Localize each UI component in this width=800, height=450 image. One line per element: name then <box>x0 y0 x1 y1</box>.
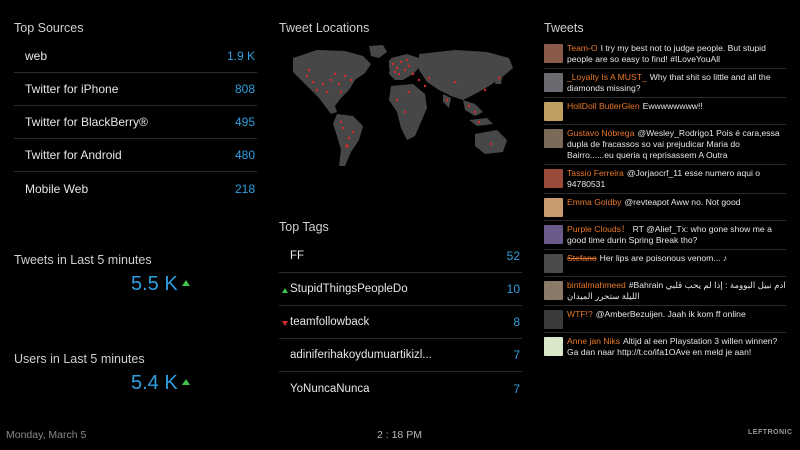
top-sources-list: web 1.9 K Twitter for iPhone 808 Twitter… <box>14 40 257 205</box>
tweets-metric: 5.5 K <box>131 273 190 296</box>
source-label: Twitter for BlackBerry® <box>25 115 148 129</box>
tag-count: 8 <box>513 315 520 329</box>
tag-row[interactable]: FF 52 <box>279 240 522 273</box>
trend-up-icon <box>282 288 288 293</box>
source-label: Twitter for iPhone <box>25 82 119 96</box>
tweet-username[interactable]: HollDoll ButlerGlen <box>567 101 640 111</box>
users-metric-value: 5.4 K <box>131 372 178 394</box>
tweet-text: Purple Clouds！ RT @Alief_Tx: who gone sho… <box>567 224 786 246</box>
source-label: web <box>25 49 48 63</box>
tag-row[interactable]: teamfollowback 8 <box>279 306 522 339</box>
tweet-item[interactable]: WTF!? @AmberBezuijen. Jaah ik kom ff onli… <box>544 306 786 333</box>
tweet-text: Stefano Her lips are poisonous venom... ♪ <box>567 253 727 273</box>
tweet-item[interactable]: Purple Clouds！ RT @Alief_Tx: who gone sho… <box>544 221 786 250</box>
top-sources-title: Top Sources <box>14 21 84 35</box>
footer-date: Monday, March 5 <box>6 429 87 441</box>
users-metric-title: Users in Last 5 minutes <box>14 352 145 366</box>
avatar[interactable] <box>544 44 563 63</box>
tweet-text: WTF!? @AmberBezuijen. Jaah ik kom ff onli… <box>567 309 746 329</box>
world-map <box>293 45 513 166</box>
source-count: 1.9 K <box>226 49 255 63</box>
footer-time: 2 : 18 PM <box>377 429 422 441</box>
avatar[interactable] <box>544 281 563 300</box>
source-count: 808 <box>234 82 255 96</box>
tweet-item[interactable]: Team-O I try my best not to judge people.… <box>544 40 786 69</box>
tweet-text: Emma Goldby @revteapot Aww no. Not good <box>567 197 741 217</box>
tag-row[interactable]: StupidThingsPeopleDo 10 <box>279 273 522 306</box>
tag-count: 7 <box>513 381 520 396</box>
tweet-username[interactable]: Tassio Ferreira <box>567 168 624 178</box>
tweet-text: _Loyalty Is A MUST_ Why that shit so litt… <box>567 72 786 94</box>
tweet-username[interactable]: Team-O <box>567 43 598 53</box>
tweet-item[interactable]: bintalmahmeed #Bahrain ادم نبيل البوومة :… <box>544 277 786 306</box>
avatar[interactable] <box>544 337 563 356</box>
tag-label: StupidThingsPeopleDo <box>290 283 408 295</box>
tweet-body: @AmberBezuijen. Jaah ik kom ff online <box>595 309 746 319</box>
trend-up-icon <box>181 279 190 286</box>
source-row[interactable]: Twitter for Android 480 <box>14 139 257 172</box>
tweet-username[interactable]: Purple Clouds！ <box>567 224 630 234</box>
tweet-locations-title: Tweet Locations <box>279 21 370 35</box>
tweet-body: Her lips are poisonous venom... ♪ <box>599 253 728 263</box>
source-label: Mobile Web <box>25 181 89 196</box>
source-count: 480 <box>234 148 255 162</box>
tweet-text: Anne jan Niks Altijd al een Playstation 3… <box>567 336 786 358</box>
tweet-body: @revteapot Aww no. Not good <box>624 197 741 207</box>
tweet-username[interactable]: Gustavo Nóbrega <box>567 128 634 138</box>
tweet-username[interactable]: bintalmahmeed <box>567 280 626 290</box>
tweet-text: HollDoll ButlerGlen Ewwwwwwww!! <box>567 101 703 121</box>
users-metric: 5.4 K <box>131 372 190 395</box>
tweet-text: Tassio Ferreira @Jorjaocrf_11 esse numero… <box>567 168 786 190</box>
tweet-list: Team-O I try my best not to judge people.… <box>544 40 786 361</box>
tweet-item[interactable]: Stefano Her lips are poisonous venom... ♪ <box>544 250 786 277</box>
tweet-item[interactable]: Anne jan Niks Altijd al een Playstation 3… <box>544 333 786 361</box>
avatar[interactable] <box>544 169 563 188</box>
tweet-item[interactable]: Emma Goldby @revteapot Aww no. Not good <box>544 194 786 221</box>
trend-up-icon <box>181 378 190 385</box>
tweet-username[interactable]: Anne jan Niks <box>567 336 620 346</box>
tweet-body: Ewwwwwwww!! <box>642 101 703 111</box>
source-row[interactable]: Twitter for iPhone 808 <box>14 73 257 106</box>
tag-count: 7 <box>513 348 520 362</box>
avatar[interactable] <box>544 225 563 244</box>
tweet-text: bintalmahmeed #Bahrain ادم نبيل البوومة :… <box>567 280 786 302</box>
avatar[interactable] <box>544 129 563 148</box>
source-row[interactable]: Mobile Web 218 <box>14 172 257 205</box>
source-count: 495 <box>234 115 255 129</box>
top-tags-title: Top Tags <box>279 220 329 234</box>
tag-row[interactable]: YoNuncaNunca 7 <box>279 372 522 405</box>
trend-down-icon <box>282 321 288 326</box>
tweet-username[interactable]: WTF!? <box>567 309 593 319</box>
tag-count: 10 <box>506 282 520 296</box>
tweet-text: Gustavo Nóbrega @Wesley_Rodrigo1 Pois é c… <box>567 128 786 161</box>
tag-label: teamfollowback <box>290 316 370 328</box>
tag-label: FF <box>290 250 305 262</box>
tag-count: 52 <box>506 249 520 263</box>
tag-label: adiniferihakoydumuartikizl... <box>290 349 432 361</box>
avatar[interactable] <box>544 102 563 121</box>
tweet-username[interactable]: Stefano <box>567 253 597 263</box>
tweet-item[interactable]: HollDoll ButlerGlen Ewwwwwwww!! <box>544 98 786 125</box>
top-tags-list: FF 52 StupidThingsPeopleDo 10 teamfollow… <box>279 240 522 405</box>
avatar[interactable] <box>544 73 563 92</box>
source-row[interactable]: web 1.9 K <box>14 40 257 73</box>
brand-logo: LEFTRONIC <box>748 429 793 436</box>
tweets-metric-title: Tweets in Last 5 minutes <box>14 253 152 267</box>
tweet-username[interactable]: _Loyalty Is A MUST_ <box>567 72 647 82</box>
avatar[interactable] <box>544 310 563 329</box>
avatar[interactable] <box>544 198 563 217</box>
tag-label: YoNuncaNunca <box>290 382 370 395</box>
tweet-item[interactable]: Gustavo Nóbrega @Wesley_Rodrigo1 Pois é c… <box>544 125 786 165</box>
tag-row[interactable]: adiniferihakoydumuartikizl... 7 <box>279 339 522 372</box>
tweets-metric-value: 5.5 K <box>131 273 178 295</box>
source-row[interactable]: Twitter for BlackBerry® 495 <box>14 106 257 139</box>
tweet-text: Team-O I try my best not to judge people.… <box>567 43 786 65</box>
source-count: 218 <box>234 181 255 196</box>
tweets-title: Tweets <box>544 21 584 35</box>
tweet-item[interactable]: _Loyalty Is A MUST_ Why that shit so litt… <box>544 69 786 98</box>
tweet-item[interactable]: Tassio Ferreira @Jorjaocrf_11 esse numero… <box>544 165 786 194</box>
tweet-username[interactable]: Emma Goldby <box>567 197 621 207</box>
source-label: Twitter for Android <box>25 148 122 162</box>
avatar[interactable] <box>544 254 563 273</box>
